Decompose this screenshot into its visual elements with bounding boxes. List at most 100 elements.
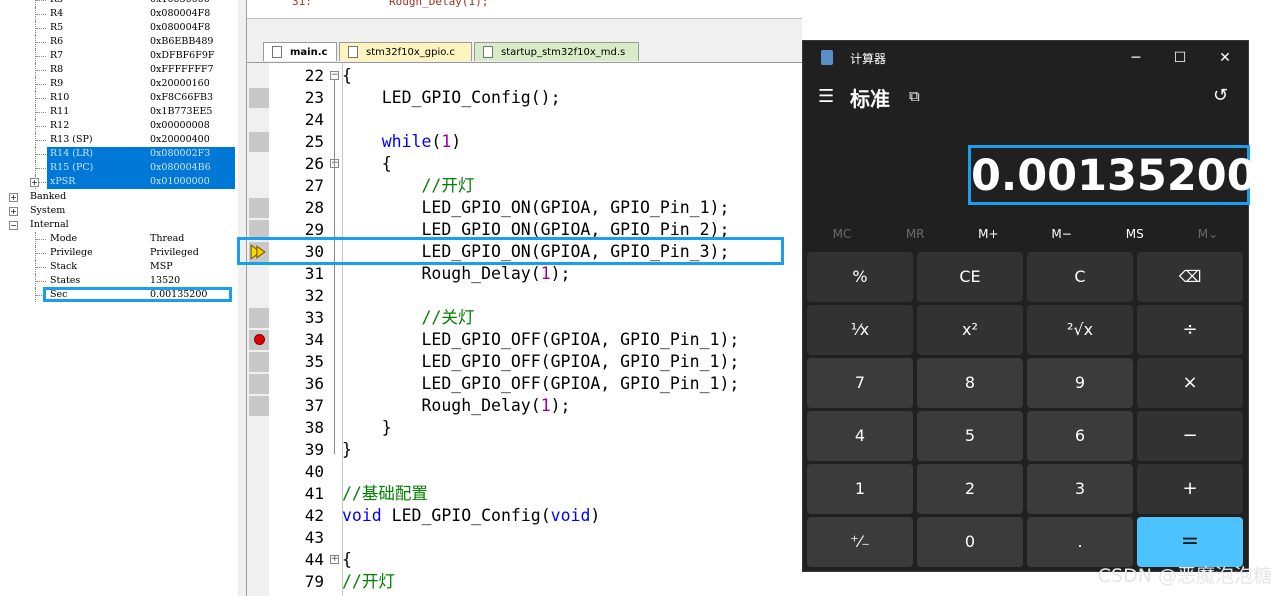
hamburger-menu-icon[interactable]: ☰ xyxy=(818,86,834,107)
digit-3-button[interactable]: 3 xyxy=(1027,464,1133,514)
minimize-icon[interactable]: ─ xyxy=(1125,47,1147,69)
decimal-button[interactable]: . xyxy=(1027,517,1133,567)
close-icon[interactable]: ✕ xyxy=(1214,47,1236,69)
clear-entry-button[interactable]: CE xyxy=(917,252,1023,302)
register-row[interactable]: R13 (SP) 0x20000400 xyxy=(0,133,238,147)
reciprocal-button[interactable]: ¹⁄x xyxy=(807,305,913,355)
internal-row[interactable]: States 13520 xyxy=(0,274,238,288)
history-icon[interactable]: ↺ xyxy=(1213,85,1228,106)
code-line[interactable]: { xyxy=(342,549,352,571)
digit-8-button[interactable]: 8 xyxy=(917,358,1023,408)
divide-button[interactable]: ÷ xyxy=(1137,305,1243,355)
breakpoint-gutter[interactable] xyxy=(247,63,269,596)
tab-main-c[interactable]: main.c xyxy=(263,42,337,61)
register-group[interactable]: − Internal xyxy=(0,218,238,232)
digit-1-button[interactable]: 1 xyxy=(807,464,913,514)
expand-icon[interactable]: + xyxy=(30,178,39,187)
code-line[interactable]: { xyxy=(342,153,392,175)
keep-on-top-icon[interactable]: ⧉ xyxy=(909,87,920,105)
clear-button[interactable]: C xyxy=(1027,252,1133,302)
subtract-button[interactable]: − xyxy=(1137,411,1243,461)
digit-4-button[interactable]: 4 xyxy=(807,411,913,461)
register-row[interactable]: R4 0x080004F8 xyxy=(0,7,238,21)
code-line[interactable]: //开灯 xyxy=(342,175,474,197)
code-line[interactable]: } xyxy=(342,417,392,439)
panel-splitter[interactable] xyxy=(238,0,247,596)
group-name: Banked xyxy=(30,191,67,202)
code-line[interactable]: LED_GPIO_OFF(GPIOA, GPIO_Pin_1); xyxy=(342,351,739,373)
register-row[interactable]: R8 0xFFFFFFF7 xyxy=(0,63,238,77)
executable-line-marker[interactable] xyxy=(249,132,269,152)
register-row[interactable]: R10 0xF8C66FB3 xyxy=(0,91,238,105)
code-line[interactable]: } xyxy=(342,439,352,461)
equals-button[interactable]: = xyxy=(1137,517,1243,567)
digit-0-button[interactable]: 0 xyxy=(917,517,1023,567)
code-line[interactable]: //基础配置 xyxy=(342,483,428,505)
code-line[interactable]: //关灯 xyxy=(342,307,474,329)
register-row[interactable]: R9 0x20000160 xyxy=(0,77,238,91)
register-row[interactable]: R12 0x00000008 xyxy=(0,119,238,133)
tab-startup-s[interactable]: startup_stm32f10x_md.s xyxy=(474,42,639,61)
memory-subtract-button[interactable]: M− xyxy=(1027,227,1097,241)
register-row[interactable]: R7 0xDFBF6F9F xyxy=(0,49,238,63)
code-line[interactable]: LED_GPIO_OFF(GPIOA, GPIO_Pin_1); xyxy=(342,329,739,351)
memory-add-button[interactable]: M+ xyxy=(953,227,1023,241)
register-row[interactable]: R6 0xB6EBB489 xyxy=(0,35,238,49)
fold-toggle-icon[interactable]: + xyxy=(330,555,339,564)
memory-recall-button[interactable]: MR xyxy=(880,227,950,241)
expand-icon[interactable]: + xyxy=(9,193,18,202)
register-group[interactable]: + Banked xyxy=(0,190,238,204)
register-row[interactable]: + xPSR 0x01000000 xyxy=(0,175,238,189)
expand-icon[interactable]: + xyxy=(9,207,18,216)
digit-7-button[interactable]: 7 xyxy=(807,358,913,408)
executable-line-marker[interactable] xyxy=(249,374,269,394)
add-button[interactable]: + xyxy=(1137,464,1243,514)
code-line[interactable]: Rough_Delay(1); xyxy=(342,395,570,417)
square-button[interactable]: x² xyxy=(917,305,1023,355)
register-row[interactable]: R14 (LR) 0x080002F3 xyxy=(0,147,238,161)
register-row[interactable]: R3 0x10030000 xyxy=(0,0,238,7)
multiply-button[interactable]: × xyxy=(1137,358,1243,408)
register-group[interactable]: + System xyxy=(0,204,238,218)
code-line[interactable]: LED_GPIO_Config(); xyxy=(342,87,561,109)
register-row[interactable]: R11 0x1B773EE5 xyxy=(0,105,238,119)
code-line[interactable]: { xyxy=(342,65,352,87)
executable-line-marker[interactable] xyxy=(249,308,269,328)
internal-row[interactable]: Privilege Privileged xyxy=(0,246,238,260)
executable-line-marker[interactable] xyxy=(249,352,269,372)
percent-button[interactable]: % xyxy=(807,252,913,302)
tab-stm32f10x-gpio-c[interactable]: stm32f10x_gpio.c xyxy=(339,42,472,61)
square-root-button[interactable]: ²√x xyxy=(1027,305,1133,355)
internal-row[interactable]: Stack MSP xyxy=(0,260,238,274)
memory-list-button[interactable]: M⌄ xyxy=(1173,227,1243,241)
register-row[interactable]: R15 (PC) 0x080004B6 xyxy=(0,161,238,175)
code-line[interactable]: LED_GPIO_ON(GPIOA, GPIO_Pin_1); xyxy=(342,197,729,219)
digit-5-button[interactable]: 5 xyxy=(917,411,1023,461)
digit-6-button[interactable]: 6 xyxy=(1027,411,1133,461)
executable-line-marker[interactable] xyxy=(249,198,269,218)
code-line[interactable]: Rough_Delay(1); xyxy=(342,263,570,285)
executable-line-marker[interactable] xyxy=(249,396,269,416)
memory-store-button[interactable]: MS xyxy=(1100,227,1170,241)
code-line[interactable]: LED_GPIO_OFF(GPIOA, GPIO_Pin_1); xyxy=(342,373,739,395)
maximize-icon[interactable]: ☐ xyxy=(1169,47,1191,69)
expand-icon[interactable]: − xyxy=(9,221,18,230)
calculator-titlebar[interactable]: 计算器 ─ ☐ ✕ xyxy=(803,41,1248,75)
register-value: 0xB6EBB489 xyxy=(150,36,214,47)
fold-toggle-icon[interactable]: − xyxy=(330,71,339,80)
digit-2-button[interactable]: 2 xyxy=(917,464,1023,514)
code-line[interactable]: //开灯 xyxy=(342,571,395,593)
memory-clear-button[interactable]: MC xyxy=(807,227,877,241)
code-line[interactable]: void LED_GPIO_Config(void) xyxy=(342,505,600,527)
breakpoint-icon[interactable] xyxy=(254,334,265,345)
code-editor[interactable]: 22 23 24 25 26 27 28 29 30 31 32 33 34 35 36 37 38 39 40 41… xyxy=(247,63,802,596)
tree-line xyxy=(36,56,46,57)
tree-line xyxy=(36,42,46,43)
digit-9-button[interactable]: 9 xyxy=(1027,358,1133,408)
executable-line-marker[interactable] xyxy=(249,88,269,108)
code-line[interactable]: while(1) xyxy=(342,131,461,153)
backspace-button[interactable]: ⌫ xyxy=(1137,252,1243,302)
register-row[interactable]: R5 0x080004F8 xyxy=(0,21,238,35)
negate-button[interactable]: ⁺⁄₋ xyxy=(807,517,913,567)
internal-row[interactable]: Mode Thread xyxy=(0,232,238,246)
